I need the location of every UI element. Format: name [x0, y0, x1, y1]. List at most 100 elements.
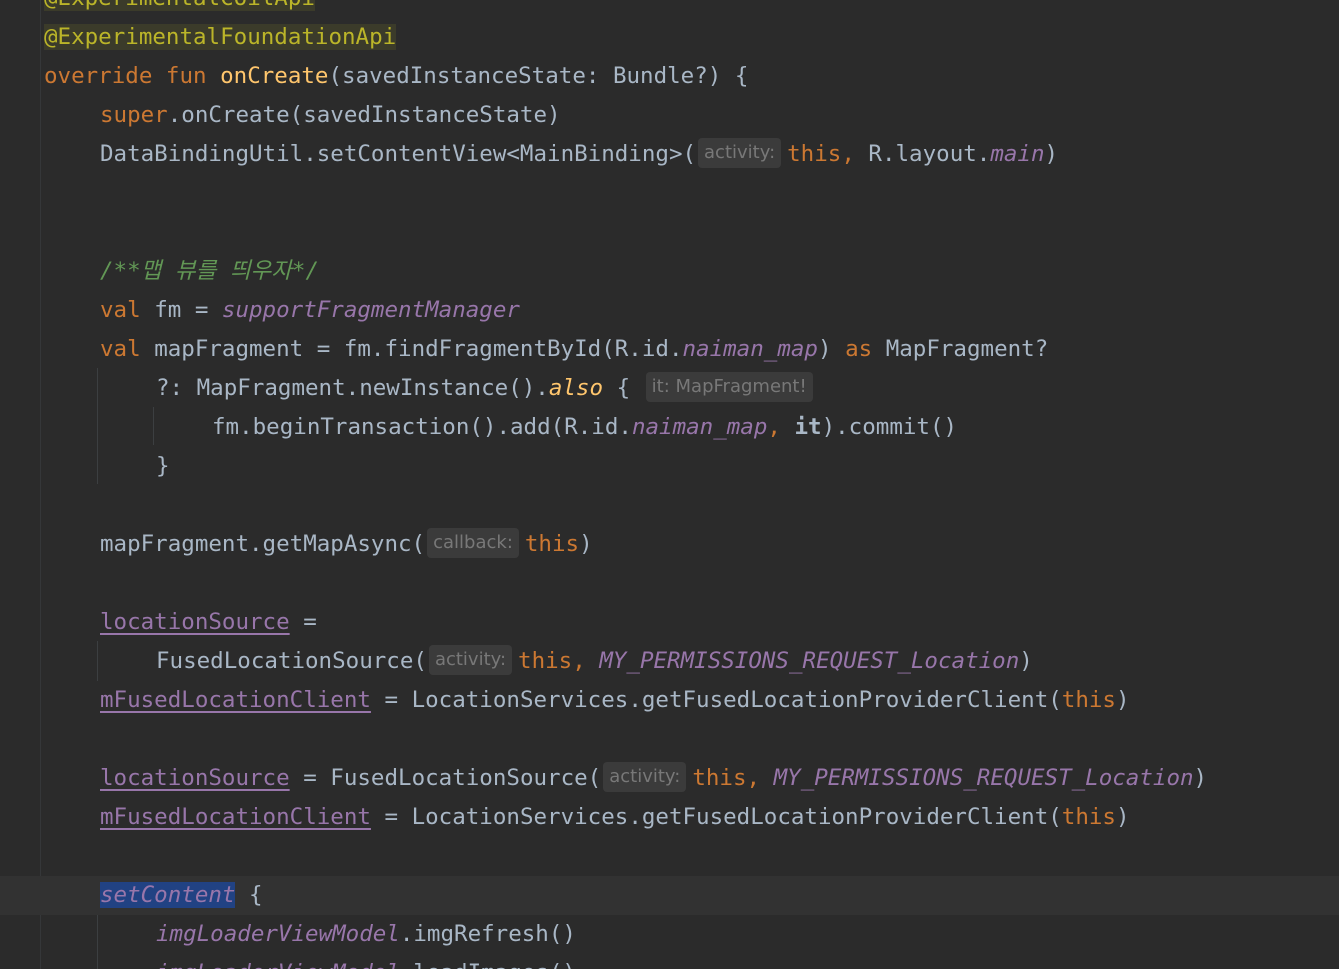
code-line-content: override fun onCreate(savedInstanceState… [44, 57, 748, 96]
code-line[interactable]: mFusedLocationClient = LocationServices.… [0, 681, 1339, 720]
code-line[interactable] [0, 564, 1339, 603]
code-token: DataBindingUtil.setContentView<MainBindi… [100, 141, 697, 167]
parameter-hint: activity: [698, 137, 782, 168]
code-token: this, [787, 141, 869, 167]
code-line[interactable]: imgLoaderViewModel.loadImages() [0, 954, 1339, 969]
code-token: .imgRefresh() [399, 921, 576, 947]
code-token: ) [1019, 648, 1033, 674]
code-token: val [100, 336, 155, 362]
code-token: = LocationServices.getFusedLocationProvi… [370, 804, 1062, 830]
code-line-content: locationSource = FusedLocationSource(act… [100, 759, 1207, 798]
code-line[interactable]: locationSource = FusedLocationSource(act… [0, 759, 1339, 798]
code-token: naiman_map [682, 336, 818, 362]
code-token: this [524, 531, 580, 557]
code-line[interactable]: val mapFragment = fm.findFragmentById(R.… [0, 330, 1339, 369]
code-line-content: setContent { [100, 876, 263, 915]
code-line-content: mapFragment.getMapAsync(callback: this) [100, 525, 593, 564]
code-line[interactable]: fm.beginTransaction().add(R.id.naiman_ma… [0, 408, 1339, 447]
code-line[interactable]: override fun onCreate(savedInstanceState… [0, 57, 1339, 96]
code-token: , [767, 414, 795, 440]
parameter-hint: activity: [603, 761, 687, 792]
code-token: mapFragment.getMapAsync( [100, 531, 426, 557]
code-token: super [100, 102, 168, 128]
code-line[interactable]: DataBindingUtil.setContentView<MainBindi… [0, 135, 1339, 174]
code-line-content: imgLoaderViewModel.imgRefresh() [156, 915, 576, 954]
code-line-content: @ExperimentalCoilApi [44, 0, 315, 18]
code-token: locationSource [100, 765, 290, 791]
code-token: supportFragmentManager [221, 297, 520, 323]
code-token: ) [1115, 804, 1130, 830]
code-token: mFusedLocationClient [100, 804, 371, 830]
code-line[interactable]: locationSource = [0, 603, 1339, 642]
code-token: ?: MapFragment.newInstance(). [156, 375, 549, 401]
code-line-content: ?: MapFragment.newInstance().also { it: … [156, 369, 819, 408]
code-token: ).commit() [821, 414, 958, 440]
code-line[interactable]: /**맵 뷰를 띄우자*/ [0, 252, 1339, 291]
code-token: .loadImages() [400, 960, 576, 969]
code-token: mapFragment = fm.findFragmentById(R.id. [154, 336, 683, 362]
code-token: R.layout. [868, 141, 991, 167]
code-token: fm.beginTransaction().add(R.id. [212, 414, 632, 440]
code-line[interactable] [0, 213, 1339, 252]
code-token: override fun [44, 63, 221, 89]
code-token: this, [692, 765, 774, 791]
code-token: this [1061, 687, 1116, 713]
code-token: = FusedLocationSource( [289, 765, 602, 791]
code-token: fm = [154, 297, 222, 323]
code-line[interactable]: mapFragment.getMapAsync(callback: this) [0, 525, 1339, 564]
code-line[interactable]: super.onCreate(savedInstanceState) [0, 96, 1339, 135]
code-token: imgLoaderViewModel [156, 960, 400, 969]
code-token: FusedLocationSource( [156, 648, 427, 674]
code-line[interactable]: FusedLocationSource(activity: this, MY_PE… [0, 642, 1339, 681]
parameter-hint: callback: [427, 527, 519, 558]
current-code-line[interactable]: setContent { [0, 876, 1339, 915]
code-token: it [794, 414, 822, 440]
code-line[interactable] [0, 720, 1339, 759]
code-line[interactable]: } [0, 447, 1339, 486]
code-editor[interactable]: @ExperimentalCoilApi @ExperimentalFoundat… [0, 0, 1339, 969]
code-token: as [845, 336, 886, 362]
code-line-content: imgLoaderViewModel.loadImages() [156, 954, 576, 969]
code-token: .onCreate(savedInstanceState) [167, 102, 561, 128]
code-line-content: val fm = supportFragmentManager [100, 291, 520, 330]
code-token: val [100, 297, 155, 323]
code-token: also [548, 375, 604, 401]
code-line-content: mFusedLocationClient = LocationServices.… [100, 798, 1130, 837]
code-token: MapFragment? [885, 336, 1049, 362]
code-line[interactable]: ?: MapFragment.newInstance().also { it: … [0, 369, 1339, 408]
code-line[interactable]: val fm = supportFragmentManager [0, 291, 1339, 330]
code-token: ) [817, 336, 846, 362]
code-line-content: /**맵 뷰를 띄우자*/ [100, 252, 319, 291]
parameter-hint: it: MapFragment! [645, 371, 813, 402]
code-line-content: @ExperimentalFoundationApi [44, 18, 397, 57]
code-token: MY_PERMISSIONS_REQUEST_Location [599, 648, 1020, 674]
code-token: = LocationServices.getFusedLocationProvi… [370, 687, 1062, 713]
code-token: onCreate [220, 63, 329, 89]
code-line[interactable]: @ExperimentalFoundationApi [0, 18, 1339, 57]
code-token: { [235, 882, 263, 908]
code-line[interactable]: imgLoaderViewModel.imgRefresh() [0, 915, 1339, 954]
code-line[interactable] [0, 486, 1339, 525]
code-line[interactable]: @ExperimentalCoilApi [0, 0, 1339, 18]
code-line[interactable] [0, 174, 1339, 213]
code-line-content: val mapFragment = fm.findFragmentById(R.… [100, 330, 1048, 369]
code-line-content: super.onCreate(savedInstanceState) [100, 96, 561, 135]
code-token: = [289, 609, 317, 635]
code-line-content: mFusedLocationClient = LocationServices.… [100, 681, 1130, 720]
code-line[interactable] [0, 837, 1339, 876]
code-token: naiman_map [631, 414, 768, 440]
code-token: mFusedLocationClient [100, 687, 371, 713]
code-line-content: fm.beginTransaction().add(R.id.naiman_ma… [212, 408, 957, 447]
code-line[interactable]: mFusedLocationClient = LocationServices.… [0, 798, 1339, 837]
code-line-content: } [156, 447, 170, 486]
code-token: ) [1115, 687, 1130, 713]
code-token: { [603, 375, 644, 401]
code-token: (savedInstanceState: Bundle?) { [328, 63, 749, 89]
code-token: /**맵 뷰를 띄우자*/ [100, 258, 320, 284]
code-token: ) [579, 531, 593, 557]
parameter-hint: activity: [428, 644, 513, 675]
code-line-content: DataBindingUtil.setContentView<MainBindi… [100, 135, 1058, 174]
code-token: ) [1044, 141, 1059, 167]
code-token: @ExperimentalCoilApi [44, 0, 315, 11]
code-token: @ExperimentalFoundationApi [44, 24, 397, 50]
